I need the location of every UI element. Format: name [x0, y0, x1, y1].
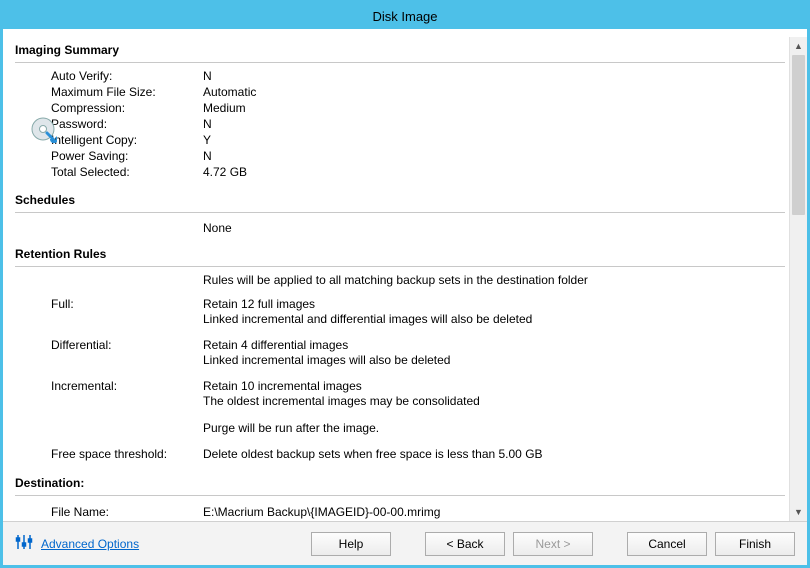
summary-value: N	[203, 149, 785, 164]
divider	[15, 495, 785, 496]
advanced-options-link[interactable]: Advanced Options	[41, 537, 139, 551]
summary-value: Automatic	[203, 85, 785, 100]
scroll-down-icon[interactable]: ▼	[790, 503, 807, 521]
schedules-row: None	[15, 219, 785, 241]
summary-label: Power Saving:	[51, 149, 203, 164]
summary-label: Maximum File Size:	[51, 85, 203, 100]
retention-header: Retention Rules	[15, 241, 785, 264]
retention-incr-line1: Retain 10 incremental images	[203, 379, 785, 394]
disk-icon	[29, 115, 57, 143]
retention-diff-line1: Retain 4 differential images	[203, 338, 785, 353]
summary-value: N	[203, 69, 785, 84]
retention-full-row: Full: Retain 12 full images	[15, 294, 785, 312]
divider	[15, 212, 785, 213]
content-wrapper: Imaging Summary Auto Verify:N Maximum Fi…	[3, 29, 807, 521]
retention-full-line1: Retain 12 full images	[203, 297, 785, 312]
finish-button[interactable]: Finish	[715, 532, 795, 556]
summary-value: Y	[203, 133, 785, 148]
imaging-summary-header: Imaging Summary	[15, 37, 785, 60]
retention-diff-line2: Linked incremental images will also be d…	[15, 353, 785, 376]
summary-row: Intelligent Copy:Y	[15, 133, 785, 149]
titlebar: Disk Image	[3, 3, 807, 29]
destination-header: Destination:	[15, 470, 785, 493]
next-button: Next >	[513, 532, 593, 556]
window-title: Disk Image	[372, 9, 437, 24]
summary-value: 4.72 GB	[203, 165, 785, 180]
retention-full-label: Full:	[51, 297, 203, 312]
destination-row: File Name: E:\Macrium Backup\{IMAGEID}-0…	[15, 502, 785, 521]
summary-value: N	[203, 117, 785, 132]
summary-label: Compression:	[51, 101, 203, 116]
summary-row: Auto Verify:N	[15, 69, 785, 85]
retention-threshold-value: Delete oldest backup sets when free spac…	[203, 447, 785, 462]
retention-threshold-row: Free space threshold: Delete oldest back…	[15, 444, 785, 470]
scroll-up-icon[interactable]: ▲	[790, 37, 807, 55]
summary-row: Compression:Medium	[15, 101, 785, 117]
summary-row: Power Saving:N	[15, 149, 785, 165]
destination-filename-value: E:\Macrium Backup\{IMAGEID}-00-00.mrimg	[203, 505, 785, 520]
divider	[15, 62, 785, 63]
summary-row: Total Selected:4.72 GB	[15, 165, 785, 181]
schedules-header: Schedules	[15, 187, 785, 210]
retention-threshold-label: Free space threshold:	[51, 447, 203, 462]
back-button[interactable]: < Back	[425, 532, 505, 556]
summary-label: Total Selected:	[51, 165, 203, 180]
summary-label: Password:	[51, 117, 203, 132]
retention-purge: Purge will be run after the image.	[15, 417, 785, 444]
retention-incr-row: Incremental: Retain 10 incremental image…	[15, 376, 785, 394]
retention-diff-row: Differential: Retain 4 differential imag…	[15, 335, 785, 353]
retention-incr-line2: The oldest incremental images may be con…	[15, 394, 785, 417]
retention-note: Rules will be applied to all matching ba…	[15, 273, 785, 294]
help-button[interactable]: Help	[311, 532, 391, 556]
cancel-button[interactable]: Cancel	[627, 532, 707, 556]
summary-label: Intelligent Copy:	[51, 133, 203, 148]
vertical-scrollbar[interactable]: ▲ ▼	[789, 37, 807, 521]
destination-filename-label: File Name:	[51, 505, 203, 520]
retention-incr-label: Incremental:	[51, 379, 203, 394]
schedules-label	[15, 221, 203, 235]
dialog-footer: Advanced Options Help < Back Next > Canc…	[3, 521, 807, 565]
summary-row: Maximum File Size:Automatic	[15, 85, 785, 101]
summary-row: Password:N	[15, 117, 785, 133]
retention-full-line2: Linked incremental and differential imag…	[15, 312, 785, 335]
imaging-summary-block: Auto Verify:N Maximum File Size:Automati…	[15, 69, 785, 181]
content-pane: Imaging Summary Auto Verify:N Maximum Fi…	[15, 37, 789, 521]
divider	[15, 266, 785, 267]
sliders-icon	[15, 533, 33, 554]
schedules-value: None	[203, 221, 232, 235]
retention-diff-label: Differential:	[51, 338, 203, 353]
scroll-thumb[interactable]	[792, 55, 805, 215]
summary-value: Medium	[203, 101, 785, 116]
dialog-window: Disk Image Imaging Summary Auto Verify:N	[0, 0, 810, 568]
summary-label: Auto Verify:	[51, 69, 203, 84]
